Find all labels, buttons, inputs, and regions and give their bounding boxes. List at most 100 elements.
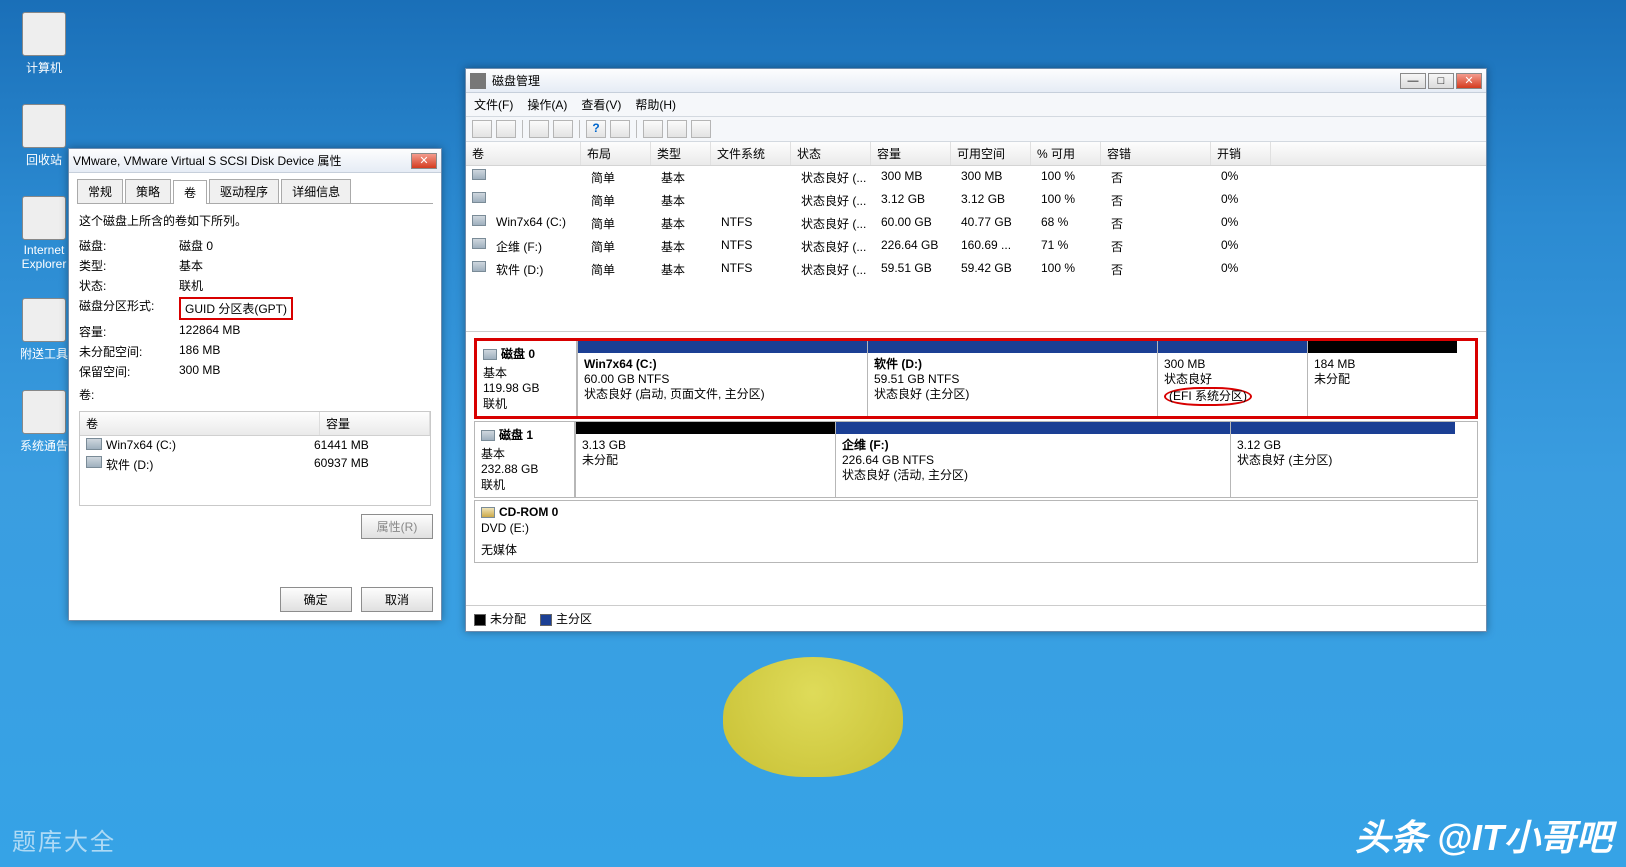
properties-titlebar[interactable]: VMware, VMware Virtual S SCSI Disk Devic… (69, 149, 441, 173)
partition[interactable]: 300 MB状态良好 (EFI 系统分区) (1157, 341, 1307, 416)
dm-title: 磁盘管理 (492, 72, 1400, 89)
list-row[interactable]: 企维 (F:)简单基本NTFS状态良好 (...226.64 GB160.69 … (466, 235, 1486, 258)
highlighted-disk-0: 磁盘 0 基本 119.98 GB 联机 Win7x64 (C:)60.00 G… (474, 338, 1478, 419)
partition[interactable]: Win7x64 (C:)60.00 GB NTFS状态良好 (启动, 页面文件,… (577, 341, 867, 416)
toolbar-button[interactable] (553, 120, 573, 138)
property-row: 容量:122864 MB (79, 323, 431, 340)
column-header[interactable]: 状态 (791, 142, 871, 165)
toolbar-button[interactable] (643, 120, 663, 138)
disk-0-header[interactable]: 磁盘 0 基本 119.98 GB 联机 (477, 341, 577, 416)
volume-icon (472, 215, 486, 226)
disk-1: 磁盘 1 基本 232.88 GB 联机 3.13 GB未分配企维 (F:)22… (474, 421, 1478, 498)
desktop-icon-image (22, 390, 66, 434)
legend: 未分配 主分区 (466, 605, 1486, 631)
tab-2[interactable]: 卷 (173, 180, 207, 204)
ok-button[interactable]: 确定 (280, 587, 352, 612)
dm-titlebar[interactable]: 磁盘管理 — □ ✕ (466, 69, 1486, 93)
volume-icon (472, 261, 486, 272)
help-icon[interactable]: ? (586, 120, 606, 138)
toolbar-button[interactable] (691, 120, 711, 138)
disk-icon (483, 349, 497, 360)
tab-4[interactable]: 详细信息 (281, 179, 351, 203)
volume-icon (472, 169, 486, 180)
volumes-table: 卷 容量 Win7x64 (C:)61441 MB软件 (D:)60937 MB (79, 411, 431, 506)
decorative-graphic (723, 657, 903, 777)
partition[interactable]: 软件 (D:)59.51 GB NTFS状态良好 (主分区) (867, 341, 1157, 416)
disk-management-icon (470, 73, 486, 89)
cdrom-0: CD-ROM 0 DVD (E:) 无媒体 (474, 500, 1478, 563)
property-row: 保留空间:300 MB (79, 363, 431, 380)
desktop-icon-image (22, 104, 66, 148)
watermark-right: 头条 @IT小哥吧 (1355, 809, 1612, 861)
close-button[interactable]: ✕ (1456, 73, 1482, 89)
desktop-icon-image (22, 196, 66, 240)
tab-3[interactable]: 驱动程序 (209, 179, 279, 203)
volume-icon (472, 238, 486, 249)
property-row: 类型:基本 (79, 257, 431, 274)
list-row[interactable]: 简单基本状态良好 (...3.12 GB3.12 GB100 %否0% (466, 189, 1486, 212)
toolbar-button[interactable] (472, 120, 492, 138)
disk-icon (481, 430, 495, 441)
cancel-button[interactable]: 取消 (361, 587, 433, 612)
partition[interactable]: 184 MB未分配 (1307, 341, 1457, 416)
menu-item[interactable]: 操作(A) (527, 96, 567, 113)
column-header[interactable]: 容量 (871, 142, 951, 165)
tab-1[interactable]: 策略 (125, 179, 171, 203)
volume-row[interactable]: 软件 (D:)60937 MB (80, 454, 430, 475)
col-volume[interactable]: 卷 (80, 412, 320, 435)
cdrom-icon (481, 507, 495, 518)
menu-item[interactable]: 帮助(H) (635, 96, 676, 113)
desktop-icon-label: Internet Explorer (14, 243, 74, 271)
desktop-icon-label: 计算机 (14, 59, 74, 76)
property-row: 状态:联机 (79, 277, 431, 294)
volume-icon (86, 438, 102, 450)
watermark-left: 题库大全 (12, 822, 116, 857)
volumes-label: 卷: (79, 386, 431, 403)
toolbar-button[interactable] (529, 120, 549, 138)
desktop-icon-image (22, 12, 66, 56)
maximize-button[interactable]: □ (1428, 73, 1454, 89)
volume-row[interactable]: Win7x64 (C:)61441 MB (80, 436, 430, 454)
menu-item[interactable]: 文件(F) (474, 96, 513, 113)
toolbar-button[interactable] (496, 120, 516, 138)
property-row: 未分配空间:186 MB (79, 343, 431, 360)
column-header[interactable]: % 可用 (1031, 142, 1101, 165)
partition[interactable]: 3.12 GB状态良好 (主分区) (1230, 422, 1455, 497)
disk-management-window: 磁盘管理 — □ ✕ 文件(F) 操作(A) 查看(V) 帮助(H) ? 卷布局类型文… (465, 68, 1487, 632)
desktop-icon-1[interactable]: 回收站 (14, 104, 74, 168)
desktop-icon-3[interactable]: 附送工具 (14, 298, 74, 362)
column-header[interactable]: 类型 (651, 142, 711, 165)
desktop-icon-label: 系统通告 (14, 437, 74, 454)
menu-item[interactable]: 查看(V) (581, 96, 621, 113)
volume-icon (86, 456, 102, 468)
properties-title: VMware, VMware Virtual S SCSI Disk Devic… (73, 152, 411, 169)
minimize-button[interactable]: — (1400, 73, 1426, 89)
col-capacity[interactable]: 容量 (320, 412, 430, 435)
properties-intro: 这个磁盘上所含的卷如下所列。 (79, 212, 431, 229)
partition[interactable]: 企维 (F:)226.64 GB NTFS状态良好 (活动, 主分区) (835, 422, 1230, 497)
column-header[interactable]: 容错 (1101, 142, 1211, 165)
properties-dialog: VMware, VMware Virtual S SCSI Disk Devic… (68, 148, 442, 621)
list-row[interactable]: Win7x64 (C:)简单基本NTFS状态良好 (...60.00 GB40.… (466, 212, 1486, 235)
toolbar-button[interactable] (667, 120, 687, 138)
property-row: 磁盘分区形式:GUID 分区表(GPT) (79, 297, 431, 320)
volume-list[interactable]: 卷布局类型文件系统状态容量可用空间% 可用容错开销 简单基本状态良好 (...3… (466, 142, 1486, 332)
desktop-icon-0[interactable]: 计算机 (14, 12, 74, 76)
list-row[interactable]: 软件 (D:)简单基本NTFS状态良好 (...59.51 GB59.42 GB… (466, 258, 1486, 281)
partition[interactable]: 3.13 GB未分配 (575, 422, 835, 497)
volume-icon (472, 192, 486, 203)
desktop-icon-2[interactable]: Internet Explorer (14, 196, 74, 271)
desktop-icon-label: 附送工具 (14, 345, 74, 362)
column-header[interactable]: 文件系统 (711, 142, 791, 165)
close-button[interactable]: ✕ (411, 153, 437, 169)
column-header[interactable]: 卷 (466, 142, 581, 165)
column-header[interactable]: 布局 (581, 142, 651, 165)
desktop-icon-image (22, 298, 66, 342)
tab-0[interactable]: 常规 (77, 179, 123, 203)
desktop-icon-4[interactable]: 系统通告 (14, 390, 74, 454)
column-header[interactable]: 开销 (1211, 142, 1271, 165)
disk-1-header[interactable]: 磁盘 1 基本 232.88 GB 联机 (475, 422, 575, 497)
toolbar-button[interactable] (610, 120, 630, 138)
list-row[interactable]: 简单基本状态良好 (...300 MB300 MB100 %否0% (466, 166, 1486, 189)
column-header[interactable]: 可用空间 (951, 142, 1031, 165)
